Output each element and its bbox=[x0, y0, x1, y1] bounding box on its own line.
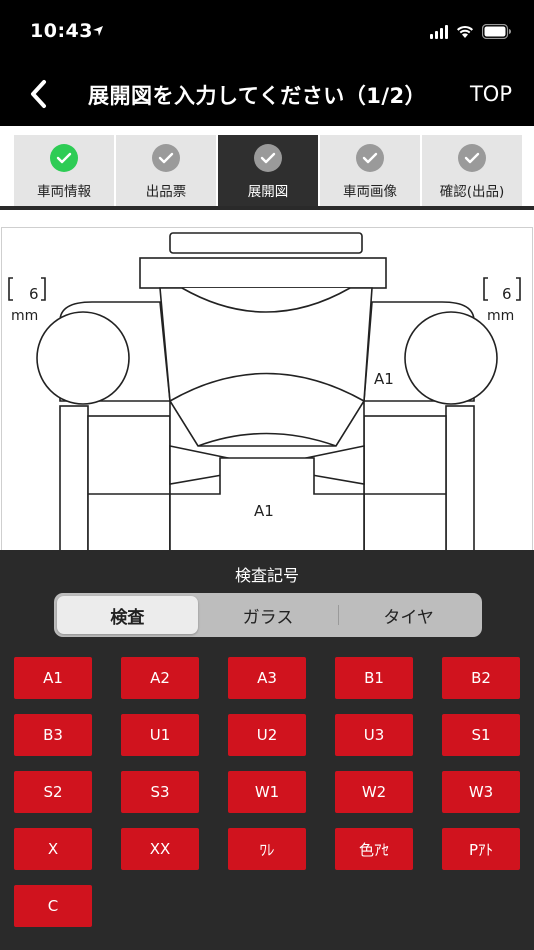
code-button-grid: A1 A2 A3 B1 B2 B3 U1 U2 U3 S1 S2 S3 W1 W… bbox=[14, 657, 521, 927]
code-button[interactable]: S2 bbox=[14, 771, 92, 813]
code-button[interactable]: S3 bbox=[121, 771, 199, 813]
step-confirm-listing[interactable]: 確認(出品) bbox=[422, 135, 522, 206]
check-icon bbox=[254, 144, 282, 172]
code-button[interactable]: W1 bbox=[228, 771, 306, 813]
status-time: 10:43 bbox=[30, 20, 93, 42]
code-category-segmented-control: 検査 ガラス タイヤ bbox=[54, 593, 482, 637]
step-development-diagram[interactable]: 展開図 bbox=[218, 135, 318, 206]
step-listing-sheet[interactable]: 出品票 bbox=[116, 135, 216, 206]
code-button[interactable]: U1 bbox=[121, 714, 199, 756]
step-label: 確認(出品) bbox=[439, 184, 505, 200]
check-icon bbox=[152, 144, 180, 172]
code-button[interactable]: X bbox=[14, 828, 92, 870]
chevron-left-icon bbox=[31, 80, 46, 108]
step-label: 出品票 bbox=[145, 184, 187, 200]
code-button[interactable]: B2 bbox=[442, 657, 520, 699]
code-button[interactable]: 色ｱｾ bbox=[335, 828, 413, 870]
check-icon bbox=[458, 144, 486, 172]
check-icon bbox=[356, 144, 384, 172]
left-tire-depth-unit: mm bbox=[11, 308, 39, 324]
right-tire-depth-value[interactable]: 6 bbox=[502, 285, 512, 303]
top-button[interactable]: TOP bbox=[470, 82, 512, 106]
code-button[interactable]: A1 bbox=[14, 657, 92, 699]
code-button[interactable]: ﾜﾚ bbox=[228, 828, 306, 870]
cellular-signal-icon bbox=[430, 24, 448, 39]
code-button[interactable]: S1 bbox=[442, 714, 520, 756]
status-icons bbox=[430, 24, 512, 39]
code-button[interactable]: XX bbox=[121, 828, 199, 870]
back-button[interactable] bbox=[20, 76, 56, 112]
right-tire-depth-unit: mm bbox=[487, 308, 515, 324]
code-button[interactable]: W2 bbox=[335, 771, 413, 813]
step-vehicle-images[interactable]: 車両画像 bbox=[320, 135, 420, 206]
step-label: 車両情報 bbox=[37, 184, 91, 200]
step-label: 車両画像 bbox=[343, 184, 397, 200]
wifi-icon bbox=[457, 25, 473, 38]
code-button[interactable]: U3 bbox=[335, 714, 413, 756]
code-button[interactable]: U2 bbox=[228, 714, 306, 756]
code-button[interactable]: A2 bbox=[121, 657, 199, 699]
navigation-bar: 展開図を入力してください（1/2） TOP bbox=[0, 62, 534, 126]
battery-icon bbox=[482, 24, 511, 39]
code-button[interactable]: B3 bbox=[14, 714, 92, 756]
inspection-code-panel: 検査記号 検査 ガラス タイヤ A1 A2 A3 B1 B2 B3 U1 U2 … bbox=[0, 550, 534, 950]
progress-stepper: 車両情報 出品票 展開図 車両画像 確認(出品) bbox=[14, 135, 522, 206]
damage-mark[interactable]: A1 bbox=[374, 370, 394, 388]
left-tire-depth-value[interactable]: 6 bbox=[29, 285, 39, 303]
step-vehicle-info[interactable]: 車両情報 bbox=[14, 135, 114, 206]
status-bar: 10:43 bbox=[0, 0, 534, 62]
segment-tire[interactable]: タイヤ bbox=[338, 596, 479, 634]
page-title: 展開図を入力してください（1/2） bbox=[88, 84, 427, 108]
step-label: 展開図 bbox=[247, 184, 289, 200]
code-button[interactable]: C bbox=[14, 885, 92, 927]
check-icon bbox=[50, 144, 78, 172]
location-arrow-icon bbox=[93, 26, 103, 36]
code-button[interactable]: W3 bbox=[442, 771, 520, 813]
code-button[interactable]: B1 bbox=[335, 657, 413, 699]
panel-title: 検査記号 bbox=[234, 566, 299, 585]
segment-glass[interactable]: ガラス bbox=[198, 596, 339, 634]
segment-inspection[interactable]: 検査 bbox=[57, 596, 198, 634]
code-button[interactable]: A3 bbox=[228, 657, 306, 699]
code-button[interactable]: Pｱﾄ bbox=[442, 828, 520, 870]
damage-mark[interactable]: A1 bbox=[254, 502, 274, 520]
